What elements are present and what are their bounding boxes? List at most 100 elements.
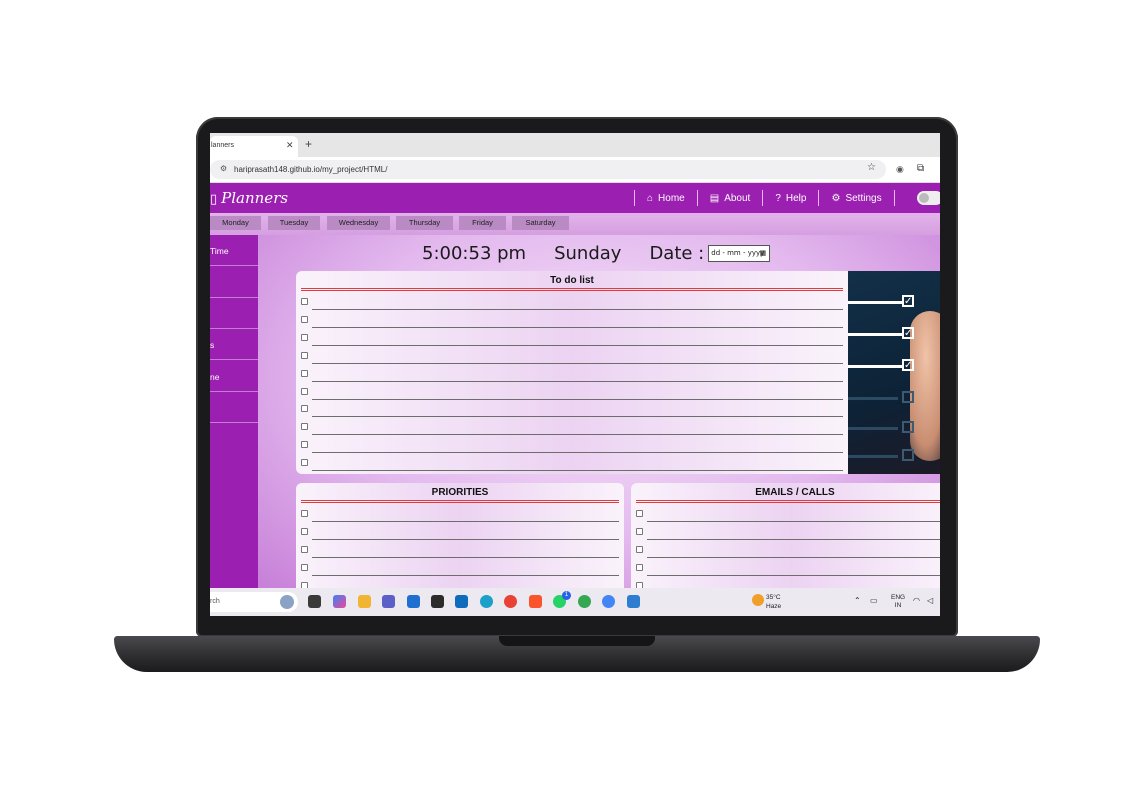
sidebar-item-time[interactable]: Time: [210, 235, 258, 266]
sidebar-item-4[interactable]: s: [210, 329, 258, 360]
teams-icon[interactable]: [382, 595, 395, 608]
sidebar-item-3[interactable]: [210, 298, 258, 329]
weather-widget[interactable]: 35°C Haze: [752, 593, 782, 611]
todo-title-rule: [301, 288, 843, 291]
gear-icon: ⚙: [831, 192, 841, 204]
task-row: [301, 436, 843, 454]
task-checkbox[interactable]: [301, 405, 308, 413]
task-checkbox[interactable]: [301, 527, 308, 535]
task-checkbox[interactable]: [301, 423, 308, 431]
browser-tab[interactable]: lanners ✕: [210, 136, 298, 157]
nav-about[interactable]: ▤ About: [696, 190, 763, 206]
task-checkbox[interactable]: [301, 315, 308, 323]
brand-logo[interactable]: ▯ Planners: [210, 189, 288, 207]
nav-menu: ⌂ Home ▤ About ? Help ⚙ Settings: [634, 183, 895, 213]
task-line[interactable]: [647, 538, 940, 540]
theme-toggle[interactable]: [917, 191, 940, 205]
nav-home[interactable]: ⌂ Home: [634, 190, 697, 206]
task-line[interactable]: [312, 434, 843, 436]
hero-box-icon: [902, 391, 914, 403]
task-line[interactable]: [312, 362, 843, 364]
edge-icon[interactable]: [480, 595, 493, 608]
task-checkbox[interactable]: [636, 527, 643, 535]
task-line[interactable]: [312, 470, 843, 472]
day-friday[interactable]: Friday: [459, 216, 506, 230]
task-checkbox[interactable]: [636, 563, 643, 571]
outlook-icon[interactable]: [455, 595, 468, 608]
wifi-icon[interactable]: ◠: [913, 596, 920, 605]
task-row: [301, 383, 843, 401]
task-checkbox[interactable]: [636, 545, 643, 553]
task-line[interactable]: [312, 398, 843, 400]
file-explorer-icon[interactable]: [358, 595, 371, 608]
task-line[interactable]: [312, 326, 843, 328]
store-icon[interactable]: [407, 595, 420, 608]
search-highlight-icon: [280, 595, 294, 609]
task-line[interactable]: [312, 452, 843, 454]
task-checkbox[interactable]: [301, 563, 308, 571]
chrome-icon[interactable]: [504, 595, 517, 608]
task-line[interactable]: [312, 380, 843, 382]
url-field[interactable]: ⚙ hariprasath148.github.io/my_project/HT…: [210, 160, 886, 179]
day-wednesday[interactable]: Wednesday: [327, 216, 390, 230]
taskbar-search[interactable]: rch: [210, 592, 298, 612]
task-line[interactable]: [312, 538, 619, 540]
photos-icon[interactable]: [627, 595, 640, 608]
nav-help[interactable]: ? Help: [762, 190, 818, 206]
task-line[interactable]: [312, 574, 619, 576]
day-monday[interactable]: Monday: [210, 216, 261, 230]
task-line[interactable]: [312, 416, 843, 418]
sidebar-item-5[interactable]: ne: [210, 361, 258, 392]
tray-chevron-icon[interactable]: ⌃: [854, 596, 861, 605]
tab-close-icon[interactable]: ✕: [286, 140, 294, 151]
task-checkbox[interactable]: [301, 333, 308, 341]
search-text: rch: [210, 598, 220, 605]
task-line[interactable]: [647, 556, 940, 558]
task-line[interactable]: [312, 309, 843, 310]
sidebar-item-2[interactable]: [210, 267, 258, 298]
task-checkbox[interactable]: [301, 369, 308, 377]
day-thursday[interactable]: Thursday: [396, 216, 453, 230]
task-line[interactable]: [647, 521, 940, 522]
weather-desc: Haze: [766, 603, 782, 610]
bookmark-star-icon[interactable]: ☆: [867, 162, 876, 173]
day-saturday[interactable]: Saturday: [512, 216, 569, 230]
language-indicator[interactable]: ENG IN: [891, 594, 905, 610]
date-input[interactable]: dd - mm - yyyy ▦: [708, 244, 771, 262]
task-checkbox[interactable]: [301, 459, 308, 467]
task-checkbox[interactable]: [301, 545, 308, 553]
task-line[interactable]: [312, 556, 619, 558]
whatsapp-icon[interactable]: 1: [553, 591, 571, 608]
keyboard-icon[interactable]: ▭: [870, 596, 878, 605]
brave-icon[interactable]: [529, 595, 542, 608]
camera-icon[interactable]: ◉: [896, 164, 904, 175]
task-row: [636, 505, 940, 523]
site-info-icon[interactable]: ⚙: [220, 164, 227, 173]
task-checkbox[interactable]: [636, 510, 643, 517]
task-checkbox[interactable]: [301, 441, 308, 449]
copilot-icon[interactable]: [333, 595, 346, 608]
task-checkbox[interactable]: [301, 298, 308, 305]
task-row: [301, 559, 619, 577]
task-checkbox[interactable]: [301, 351, 308, 359]
day-tuesday[interactable]: Tuesday: [268, 216, 320, 230]
calendar-icon[interactable]: ▦: [760, 249, 767, 257]
task-line[interactable]: [312, 344, 843, 346]
address-bar: ⚙ hariprasath148.github.io/my_project/HT…: [210, 157, 940, 183]
new-tab-button[interactable]: +: [305, 137, 312, 151]
sidebar-item-6[interactable]: [210, 392, 258, 423]
chrome-profile-icon[interactable]: [578, 595, 591, 608]
volume-icon[interactable]: ◁: [927, 596, 933, 605]
chrome-active-icon[interactable]: [602, 595, 615, 608]
nav-settings[interactable]: ⚙ Settings: [818, 190, 895, 206]
task-line[interactable]: [312, 521, 619, 522]
task-row: [301, 541, 619, 559]
task-view-icon[interactable]: [308, 595, 321, 608]
question-icon: ?: [775, 192, 781, 204]
extensions-icon[interactable]: ⧉: [917, 163, 924, 174]
sublime-icon[interactable]: [431, 595, 444, 608]
task-checkbox[interactable]: [301, 387, 308, 395]
task-row: [636, 577, 940, 588]
task-line[interactable]: [647, 574, 940, 576]
task-checkbox[interactable]: [301, 510, 308, 517]
